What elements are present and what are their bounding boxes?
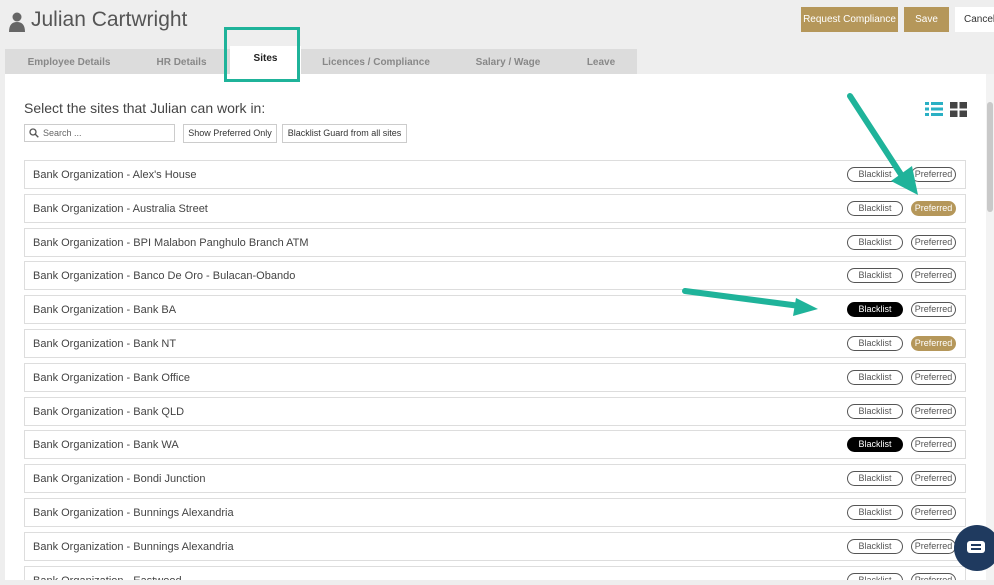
site-row: Bank Organization - Bank WA Blacklist Pref… — [24, 430, 966, 460]
request-compliance-button[interactable]: Request Compliance — [801, 7, 898, 32]
site-name: Bank Organization - Eastwood — [33, 575, 182, 580]
preferred-toggle[interactable]: Preferred — [911, 369, 956, 385]
chat-icon — [967, 541, 985, 553]
preferred-toggle[interactable]: Preferred — [911, 505, 956, 520]
preferred-toggle[interactable]: Preferred — [911, 403, 956, 419]
preferred-toggle[interactable]: Preferred — [911, 302, 956, 318]
site-row: Bank Organization - Bank QLD Blacklist Pre… — [24, 396, 966, 426]
tab-leave[interactable]: Leave — [565, 49, 637, 74]
sites-instruction: Select the sites that Julian can work in… — [24, 100, 266, 116]
tab-salary-wage[interactable]: Salary / Wage — [451, 49, 565, 74]
show-preferred-only-button[interactable]: Show Preferred Only — [183, 124, 277, 143]
site-row: Bank Organization - Bondi Junction Blackl… — [24, 464, 966, 494]
blacklist-toggle[interactable]: Blacklist — [847, 505, 903, 520]
site-name: Bank Organization - Bank Office — [33, 371, 190, 384]
site-name: Bank Organization - Bunnings Alexandria — [33, 540, 234, 553]
site-row: Bank Organization - Bunnings Alexandria B… — [24, 498, 966, 527]
page-title: Julian Cartwright — [31, 8, 188, 31]
search-input[interactable] — [43, 126, 171, 140]
site-name: Bank Organization - Bank QLD — [33, 405, 185, 418]
search-box[interactable] — [24, 124, 175, 142]
site-row: Bank Organization - Alex's House Blacklis… — [24, 160, 966, 189]
tab-bar: Employee Details HR Details Sites Licenc… — [5, 46, 637, 76]
tab-employee-details[interactable]: Employee Details — [5, 49, 133, 74]
blacklist-toggle[interactable]: Blacklist — [847, 167, 903, 182]
site-name: Bank Organization - BPI Malabon Panghulo… — [33, 236, 309, 249]
blacklist-toggle[interactable]: Blacklist — [847, 538, 903, 554]
list-view-icon[interactable] — [925, 102, 943, 116]
blacklist-toggle[interactable]: Blacklist — [847, 336, 903, 351]
tab-hr-details[interactable]: HR Details — [133, 49, 230, 74]
site-row: Bank Organization - Australia Street Blac… — [24, 193, 966, 223]
preferred-toggle[interactable]: Preferred — [911, 538, 956, 554]
site-name: Bank Organization - Banco De Oro - Bulac… — [33, 270, 296, 283]
tab-sites[interactable]: Sites — [230, 46, 301, 76]
site-row: Bank Organization - Banco De Oro - Bulac… — [24, 261, 966, 291]
search-icon — [29, 128, 39, 138]
site-name: Bank Organization - Alex's House — [33, 169, 197, 181]
blacklist-toggle[interactable]: Blacklist — [847, 302, 903, 318]
site-row: Bank Organization - Eastwood Blacklist Pre… — [24, 565, 966, 580]
blacklist-toggle[interactable]: Blacklist — [847, 403, 903, 419]
chat-button[interactable] — [954, 525, 994, 571]
site-name: Bank Organization - Bank WA — [33, 439, 179, 452]
site-row: Bank Organization - Bank Office Blacklist… — [24, 362, 966, 392]
site-name: Bank Organization - Bank NT — [33, 338, 177, 350]
preferred-toggle[interactable]: Preferred — [911, 200, 956, 216]
blacklist-toggle[interactable]: Blacklist — [847, 437, 903, 453]
preferred-toggle[interactable]: Preferred — [911, 572, 956, 580]
preferred-toggle[interactable]: Preferred — [911, 336, 956, 351]
site-name: Bank Organization - Bank BA — [33, 304, 177, 317]
scrollbar-thumb[interactable] — [987, 102, 993, 212]
site-row: Bank Organization - Bank BA Blacklist Pref… — [24, 295, 966, 325]
site-name: Bank Organization - Bondi Junction — [33, 473, 206, 486]
blacklist-guard-all-sites-button[interactable]: Blacklist Guard from all sites — [282, 124, 407, 143]
site-row: Bank Organization - Bunnings Alexandria B… — [24, 531, 966, 561]
grid-view-icon[interactable] — [950, 102, 967, 117]
sites-panel: Select the sites that Julian can work in… — [5, 74, 986, 580]
site-row: Bank Organization - BPI Malabon Panghulo… — [24, 227, 966, 257]
preferred-toggle[interactable]: Preferred — [911, 471, 956, 487]
cancel-button[interactable]: Cancel — [955, 7, 994, 32]
preferred-toggle[interactable]: Preferred — [911, 234, 956, 250]
user-icon — [9, 12, 25, 32]
site-name: Bank Organization - Bunnings Alexandria — [33, 507, 234, 519]
blacklist-toggle[interactable]: Blacklist — [847, 369, 903, 385]
page-header: Julian Cartwright Request Compliance Sav… — [0, 0, 994, 46]
preferred-toggle[interactable]: Preferred — [911, 437, 956, 453]
panel-scrollbar[interactable] — [986, 74, 994, 580]
tab-licences-compliance[interactable]: Licences / Compliance — [301, 49, 451, 74]
blacklist-toggle[interactable]: Blacklist — [847, 268, 903, 284]
blacklist-toggle[interactable]: Blacklist — [847, 572, 903, 580]
site-row: Bank Organization - Bank NT Blacklist Pref… — [24, 329, 966, 358]
blacklist-toggle[interactable]: Blacklist — [847, 200, 903, 216]
site-name: Bank Organization - Australia Street — [33, 202, 208, 215]
preferred-toggle[interactable]: Preferred — [911, 268, 956, 284]
preferred-toggle[interactable]: Preferred — [911, 167, 956, 182]
save-button[interactable]: Save — [904, 7, 949, 32]
blacklist-toggle[interactable]: Blacklist — [847, 234, 903, 250]
blacklist-toggle[interactable]: Blacklist — [847, 471, 903, 487]
